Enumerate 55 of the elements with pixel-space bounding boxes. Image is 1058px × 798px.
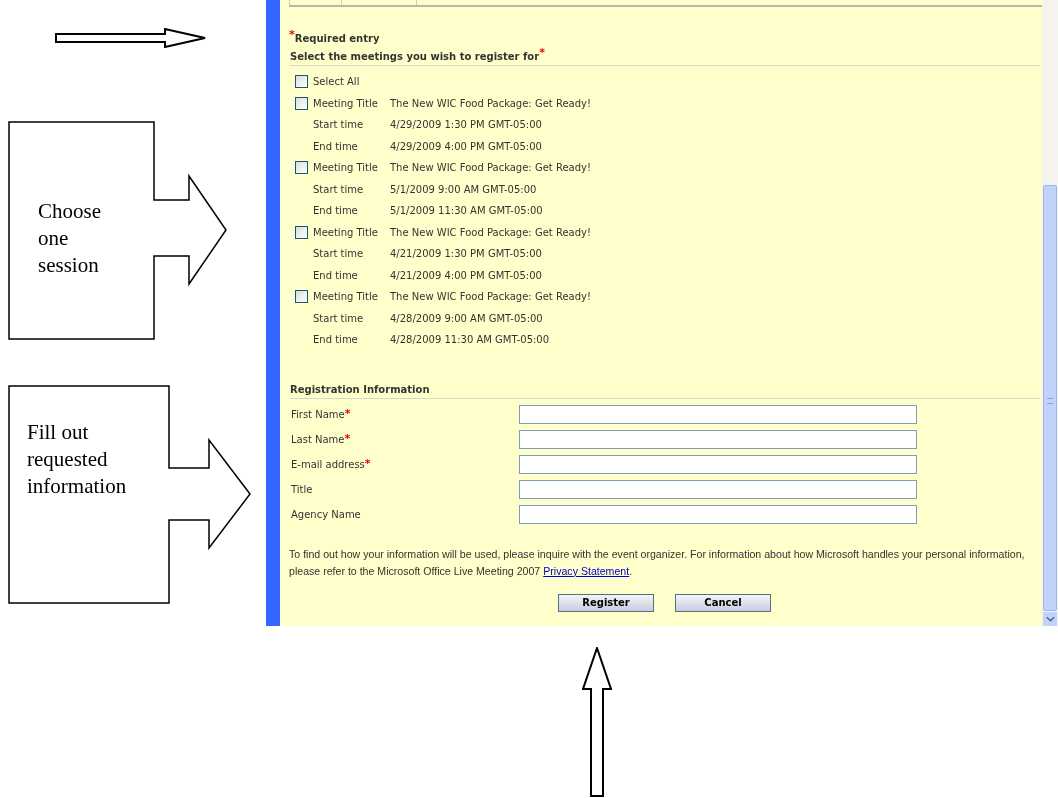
field-label: Start time: [313, 248, 365, 260]
required-asterisk: *: [344, 431, 351, 445]
cancel-button[interactable]: Cancel: [675, 593, 771, 612]
field-label: Start time: [313, 183, 365, 195]
checkbox-label: Select All: [313, 76, 360, 88]
required-asterisk: *: [364, 456, 371, 470]
required-asterisk: *: [539, 46, 545, 59]
field-value: 4/28/2009 9:00 AM GMT-05:00: [390, 312, 543, 324]
input-field[interactable]: [519, 454, 917, 474]
checkbox[interactable]: [295, 225, 308, 239]
field-value: The New WIC Food Package: Get Ready!: [390, 162, 591, 174]
chevron-down-icon[interactable]: [1045, 616, 1055, 622]
field-label: End time: [313, 140, 359, 152]
scrollbar[interactable]: [1042, 0, 1058, 626]
section-heading: Select the meetings you wish to register for: [290, 51, 540, 62]
required-asterisk: *: [344, 406, 351, 420]
input-field[interactable]: [519, 429, 917, 449]
checkbox[interactable]: [295, 290, 308, 304]
required-note: Required entry: [294, 33, 380, 44]
field-label: Title: [291, 483, 313, 495]
field-label: Meeting Title: [313, 97, 379, 109]
field-value: 4/29/2009 4:00 PM GMT-05:00: [390, 140, 542, 152]
field-label: Agency Name: [291, 508, 361, 520]
field-value: 4/21/2009 1:30 PM GMT-05:00: [390, 248, 542, 260]
field-value: The New WIC Food Package: Get Ready!: [390, 226, 591, 238]
privacy-notice: To find out how your information will be used, please inquire with the event organizer. For information about how Microsoft handles your personal information, please refer to the Microsoft Office Live Meeting 2007 Privacy Statement.: [289, 546, 1026, 579]
checkbox[interactable]: [295, 96, 308, 110]
callout-text: Fill out requested information: [27, 419, 128, 500]
checkbox[interactable]: [295, 75, 308, 89]
required-asterisk: *: [289, 28, 295, 41]
field-label: First Name: [291, 408, 345, 420]
section-heading: Registration Information: [290, 383, 430, 395]
field-value: The New WIC Food Package: Get Ready!: [390, 97, 591, 109]
input-field[interactable]: [519, 504, 917, 524]
field-label: End time: [313, 205, 359, 217]
checkbox[interactable]: [295, 161, 308, 175]
field-value: 4/21/2009 4:00 PM GMT-05:00: [390, 269, 542, 281]
field-label: Meeting Title: [313, 226, 379, 238]
input-field[interactable]: [519, 404, 917, 424]
field-value: 5/1/2009 11:30 AM GMT-05:00: [390, 205, 543, 217]
field-label: End time: [313, 269, 359, 281]
field-label: Meeting Title: [313, 291, 379, 303]
field-label: E-mail address: [291, 458, 365, 470]
field-value: 4/29/2009 1:30 PM GMT-05:00: [390, 119, 542, 131]
field-label: Meeting Title: [313, 162, 379, 174]
field-label: End time: [313, 334, 359, 346]
field-value: 5/1/2009 9:00 AM GMT-05:00: [390, 183, 537, 195]
field-label: Start time: [313, 312, 365, 324]
field-label: Start time: [313, 119, 365, 131]
callout-text: Choose one session: [38, 198, 102, 279]
field-label: Last Name: [291, 433, 345, 445]
input-field[interactable]: [519, 479, 917, 499]
register-button[interactable]: Register: [558, 593, 654, 612]
field-value: The New WIC Food Package: Get Ready!: [390, 291, 591, 303]
field-value: 4/28/2009 11:30 AM GMT-05:00: [390, 334, 550, 346]
